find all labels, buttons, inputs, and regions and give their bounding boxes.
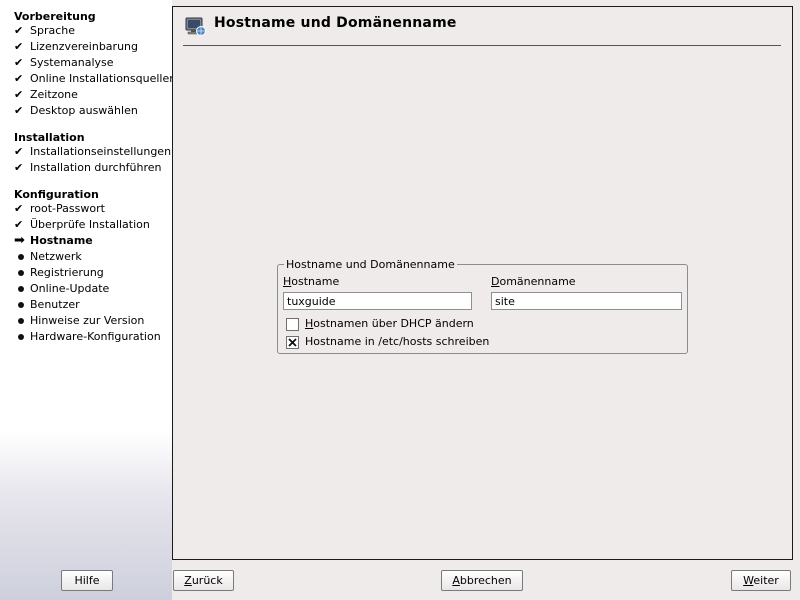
dhcp-label-text: ostnamen über DHCP ändern: [313, 317, 474, 330]
step-lizenzvereinbarung: ✔ Lizenzvereinbarung: [14, 39, 138, 55]
step-ueberpruefe-installation: ✔ Überprüfe Installation: [14, 217, 150, 233]
step-label: Hardware-Konfiguration: [30, 330, 161, 343]
check-icon: ✔: [14, 24, 24, 37]
check-icon: ✔: [14, 202, 24, 215]
step-installation-durchfuehren: ✔ Installation durchführen: [14, 160, 162, 176]
step-label: Überprüfe Installation: [30, 218, 150, 231]
check-icon: ✔: [14, 40, 24, 53]
bullet-icon: [18, 333, 24, 340]
step-label: Installationseinstellungen: [30, 145, 172, 158]
check-icon: ✔: [14, 88, 24, 101]
check-icon: ✔: [14, 56, 24, 69]
step-hostname: ➡ Hostname: [14, 233, 93, 249]
step-zeitzone: ✔ Zeitzone: [14, 87, 78, 103]
bullet-icon: [18, 317, 24, 324]
section-title-konfiguration: Konfiguration: [14, 188, 99, 201]
step-sprache: ✔ Sprache: [14, 23, 75, 39]
bullet-icon: [18, 285, 24, 292]
dhcp-checkbox[interactable]: [286, 318, 299, 331]
step-online-update: Online-Update: [14, 281, 109, 297]
checkmark-x-icon: [288, 338, 297, 347]
domain-label: Domänenname: [491, 275, 576, 288]
step-label: Installation durchführen: [30, 161, 162, 174]
back-label: urück: [191, 574, 223, 587]
hostname-label: Hostname: [283, 275, 339, 288]
check-icon: ✔: [14, 161, 24, 174]
step-installationseinstellungen: ✔ Installationseinstellungen: [14, 144, 171, 160]
hosts-checkbox-label[interactable]: Hostname in /etc/hosts schreiben: [305, 335, 489, 348]
check-icon: ✔: [14, 145, 24, 158]
check-icon: ✔: [14, 218, 24, 231]
step-root-passwort: ✔ root-Passwort: [14, 201, 105, 217]
next-mnemonic: W: [743, 574, 754, 587]
step-label: Systemanalyse: [30, 56, 114, 69]
check-icon: ✔: [14, 72, 24, 85]
step-label: Benutzer: [30, 298, 80, 311]
network-computer-icon: [185, 17, 206, 36]
hostname-label-text: ostname: [291, 275, 340, 288]
step-label: Online-Update: [30, 282, 110, 295]
step-hardware-konfiguration: Hardware-Konfiguration: [14, 329, 161, 345]
step-hinweise-zur-version: Hinweise zur Version: [14, 313, 144, 329]
step-label: Netzwerk: [30, 250, 82, 263]
step-label: Online Installationsquellen: [30, 72, 177, 85]
bullet-icon: [18, 301, 24, 308]
step-label: Lizenzvereinbarung: [30, 40, 138, 53]
domain-input[interactable]: [491, 292, 682, 310]
domain-label-text: omänenname: [499, 275, 576, 288]
check-icon: ✔: [14, 104, 24, 117]
next-button[interactable]: Weiter: [731, 570, 791, 591]
step-netzwerk: Netzwerk: [14, 249, 82, 265]
bullet-icon: [18, 253, 24, 260]
step-label: Hostname: [30, 234, 93, 247]
step-label: Zeitzone: [30, 88, 78, 101]
step-label: Sprache: [30, 24, 76, 37]
step-desktop-auswaehlen: ✔ Desktop auswählen: [14, 103, 138, 119]
hostname-input[interactable]: [283, 292, 472, 310]
bullet-icon: [18, 269, 24, 276]
step-benutzer: Benutzer: [14, 297, 80, 313]
step-registrierung: Registrierung: [14, 265, 104, 281]
step-label: Hinweise zur Version: [30, 314, 145, 327]
abort-label: bbrechen: [459, 574, 512, 587]
section-title-vorbereitung: Vorbereitung: [14, 10, 96, 23]
arrow-right-icon: ➡: [14, 233, 25, 248]
page-title: Hostname und Domänenname: [214, 15, 457, 31]
step-online-installationsquellen: ✔ Online Installationsquellen: [14, 71, 176, 87]
step-label: Desktop auswählen: [30, 104, 138, 117]
abort-button[interactable]: Abbrechen: [441, 570, 523, 591]
abort-mnemonic: A: [452, 574, 460, 587]
step-systemanalyse: ✔ Systemanalyse: [14, 55, 114, 71]
hostname-domain-group: Hostname und Domänenname Hostname Domäne…: [277, 258, 688, 354]
step-label: Registrierung: [30, 266, 104, 279]
dhcp-checkbox-label[interactable]: Hostnamen über DHCP ändern: [305, 317, 474, 330]
group-legend: Hostname und Domänenname: [284, 258, 457, 271]
back-button[interactable]: Zurück: [173, 570, 234, 591]
back-mnemonic: Z: [184, 574, 192, 587]
title-divider: [183, 45, 781, 46]
step-label: root-Passwort: [30, 202, 105, 215]
help-button[interactable]: Hilfe: [61, 570, 113, 591]
steps-sidebar: Vorbereitung ✔ Sprache ✔ Lizenzvereinbarun…: [0, 0, 176, 600]
main-panel: Hostname und Domänenname Hostname und Do…: [172, 6, 793, 560]
next-label: eiter: [753, 574, 779, 587]
section-title-installation: Installation: [14, 131, 85, 144]
hosts-checkbox[interactable]: [286, 336, 299, 349]
